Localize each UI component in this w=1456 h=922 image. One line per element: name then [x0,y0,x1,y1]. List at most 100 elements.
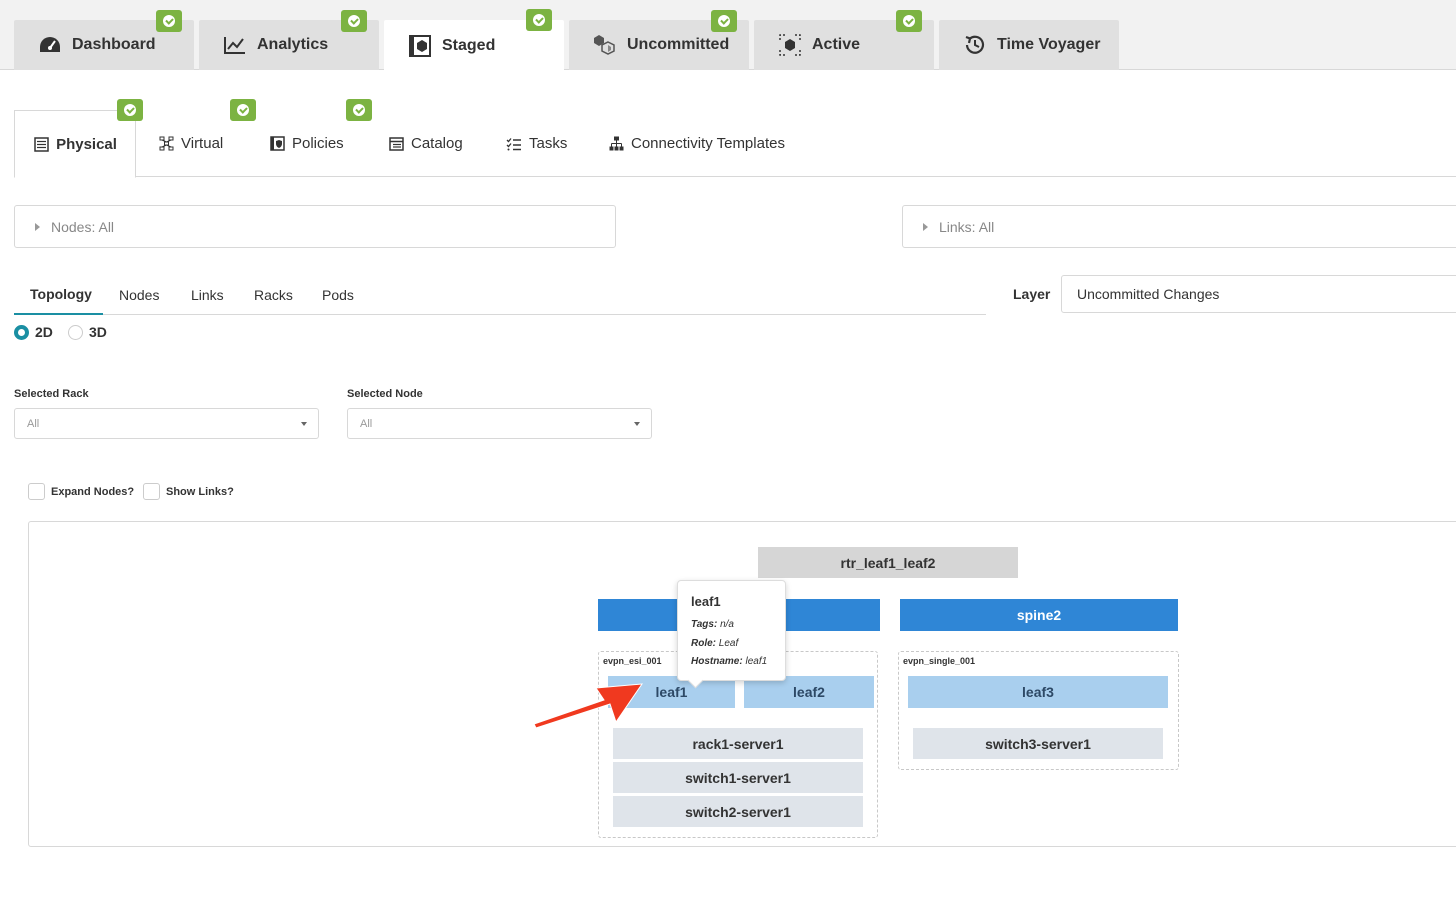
tab-racks-label: Racks [254,287,293,303]
tab-links-label: Links [191,287,224,303]
tab-tasks-label: Tasks [529,135,568,152]
layer-label: Layer [1013,286,1051,302]
tab-policies-label: Policies [292,135,344,152]
node-server[interactable]: switch3-server1 [913,728,1163,759]
tooltip-hostname-label: Hostname: [691,656,743,667]
tooltip-hostname-value: leaf1 [745,656,768,667]
tooltip-hostname: Hostname: leaf1 [691,656,767,667]
selected-node-label: Selected Node [347,388,423,400]
tab-physical-status-badge [117,99,143,121]
tab-analytics-status-badge [341,10,367,32]
tab-topology[interactable]: Topology [14,275,103,315]
check-icon [348,15,360,27]
tab-virtual[interactable]: Virtual [158,110,223,177]
tab-topology-label: Topology [30,286,92,302]
show-links-box [143,483,160,500]
node-leaf3[interactable]: leaf3 [908,676,1168,708]
selected-rack-select[interactable]: All [14,408,319,439]
radio-2d[interactable]: 2D [14,324,53,340]
links-filter-panel[interactable]: Links: All [902,205,1456,248]
tooltip-role-value: Leaf [718,638,739,649]
tab-virtual-label: Virtual [181,135,224,152]
tab-virtual-status-badge [230,99,256,121]
tab-dashboard-label: Dashboard [72,36,156,53]
tab-nodes-label: Nodes [119,287,160,303]
selected-node-select[interactable]: All [347,408,652,439]
selected-node-value: All [360,417,373,430]
chevron-down-icon [301,422,307,426]
tab-staged-label: Staged [442,36,496,54]
tooltip-role: Role: Leaf [691,638,738,649]
check-icon [353,104,365,116]
show-links-checkbox[interactable]: Show Links? [143,483,234,500]
nodes-filter-label: Nodes: All [51,218,115,235]
tab-policies[interactable]: Policies [269,110,344,177]
show-links-label: Show Links? [166,485,234,498]
physical-rack-icon [33,136,49,152]
check-icon [903,15,915,27]
annotation-arrow-icon [533,683,644,729]
virtual-network-icon [158,136,174,152]
analytics-chart-icon [223,33,247,57]
node-server[interactable]: switch1-server1 [613,762,863,793]
tab-pods[interactable]: Pods [322,275,354,315]
tab-dashboard-status-badge [156,10,182,32]
check-icon [163,15,175,27]
chevron-down-icon [634,422,640,426]
expand-nodes-checkbox[interactable]: Expand Nodes? [28,483,134,500]
tooltip-tags-value: n/a [720,619,734,630]
radio-2d-indicator [14,324,29,340]
rack-label: evpn_esi_001 [603,656,662,666]
tab-active-label: Active [812,36,861,53]
rack-label: evpn_single_001 [903,656,976,666]
tab-connectivity-templates[interactable]: Connectivity Templates [608,110,785,177]
node-server[interactable]: switch2-server1 [613,796,863,827]
tab-time-voyager-label: Time Voyager [997,36,1101,53]
active-cube-icon [778,33,802,57]
tab-tasks[interactable]: Tasks [506,110,567,177]
radio-3d-label: 3D [89,324,107,340]
tab-catalog[interactable]: Catalog [388,110,463,177]
selected-rack-value: All [27,417,40,430]
layer-select[interactable]: Uncommitted Changes [1061,275,1456,313]
caret-right-icon [35,222,40,231]
caret-right-icon [923,222,928,231]
tab-time-voyager[interactable]: Time Voyager [939,20,1119,70]
node-server[interactable]: rack1-server1 [613,728,863,759]
tooltip-title: leaf1 [691,594,721,609]
check-icon [237,104,249,116]
view-tabs: Topology Nodes Links Racks Pods [14,275,986,315]
connectivity-tree-icon [608,136,624,152]
tab-physical-label: Physical [56,135,117,153]
node-tooltip: leaf1 Tags: n/a Role: Leaf Hostname: lea… [677,580,786,681]
tab-uncommitted-status-badge [711,10,737,32]
check-icon [533,14,545,26]
catalog-list-icon [388,136,404,152]
radio-2d-label: 2D [35,324,53,340]
radio-3d[interactable]: 3D [68,324,107,340]
node-router[interactable]: rtr_leaf1_leaf2 [758,547,1018,578]
check-icon [124,104,136,116]
dashboard-gauge-icon [38,33,62,57]
tab-analytics-label: Analytics [257,36,329,53]
nodes-filter-panel[interactable]: Nodes: All [14,205,616,248]
tab-connectivity-templates-label: Connectivity Templates [631,135,785,152]
tab-nodes[interactable]: Nodes [119,275,159,315]
links-filter-label: Links: All [939,218,995,235]
history-clock-icon [963,33,987,57]
tab-staged-status-badge [526,9,552,31]
tasks-checklist-icon [506,136,522,152]
tab-policies-status-badge [346,99,372,121]
tooltip-tags: Tags: n/a [691,619,734,630]
check-icon [718,15,730,27]
tab-links[interactable]: Links [191,275,224,315]
node-spine2[interactable]: spine2 [900,599,1178,631]
tab-catalog-label: Catalog [411,135,463,152]
tab-pods-label: Pods [322,287,354,303]
staged-box-icon [408,34,432,58]
radio-3d-indicator [68,324,83,340]
tab-racks[interactable]: Racks [254,275,293,315]
tab-active-status-badge [896,10,922,32]
uncommitted-cubes-icon [593,33,617,57]
policies-shield-icon [269,136,285,152]
